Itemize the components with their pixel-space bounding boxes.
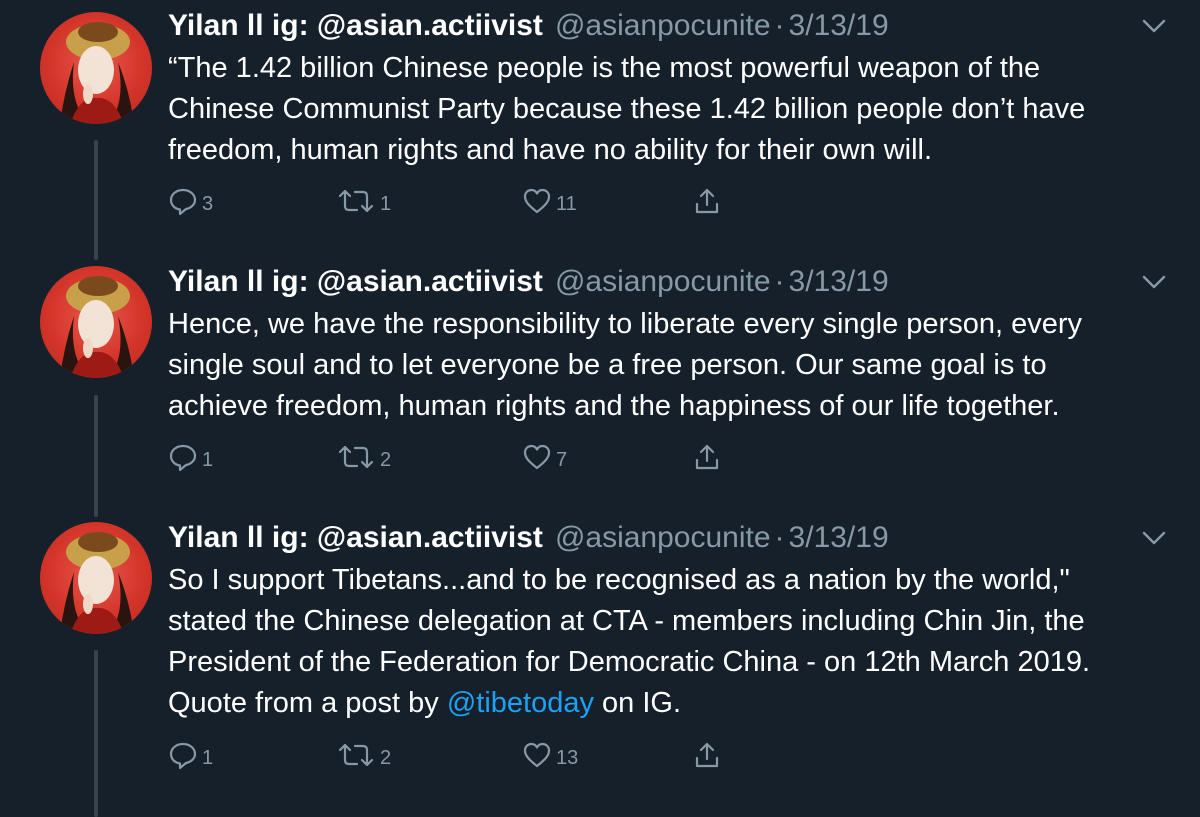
- reply-icon: [168, 740, 198, 770]
- like-count: 13: [556, 746, 579, 769]
- username[interactable]: @asianpocunite: [555, 6, 771, 46]
- reply-icon: [168, 442, 198, 472]
- heart-icon: [522, 740, 552, 770]
- retweet-icon: [336, 740, 376, 770]
- share-icon: [692, 186, 722, 216]
- tweet-date[interactable]: 3/13/19: [789, 6, 889, 46]
- display-name[interactable]: Yilan ll ig: @asian.actiivist: [168, 518, 543, 558]
- retweet-icon: [336, 442, 376, 472]
- display-name[interactable]: Yilan ll ig: @asian.actiivist: [168, 262, 543, 302]
- tweet-actions: 1 2 13: [168, 740, 868, 770]
- retweet-button[interactable]: 1: [336, 186, 391, 216]
- reply-icon: [168, 186, 198, 216]
- reply-count: 1: [202, 746, 214, 769]
- chevron-down-icon[interactable]: [1140, 16, 1168, 36]
- tweet-date[interactable]: 3/13/19: [789, 518, 889, 558]
- like-button[interactable]: 13: [522, 740, 578, 770]
- retweet-count: 2: [380, 448, 392, 471]
- avatar[interactable]: [40, 522, 152, 634]
- tweet-header: Yilan ll ig: @asian.actiivist @asianpocu…: [168, 262, 889, 302]
- reply-button[interactable]: 1: [168, 740, 213, 770]
- display-name[interactable]: Yilan ll ig: @asian.actiivist: [168, 6, 543, 46]
- retweet-button[interactable]: 2: [336, 740, 391, 770]
- reply-button[interactable]: 1: [168, 442, 213, 472]
- tweet-text-tail: on IG.: [594, 687, 682, 719]
- tweet-actions: 1 2 7: [168, 442, 868, 472]
- tweet-actions: 3 1 11: [168, 186, 868, 216]
- mention-link[interactable]: @tibetoday: [447, 687, 594, 719]
- reply-count: 1: [202, 448, 214, 471]
- tweet-header: Yilan ll ig: @asian.actiivist @asianpocu…: [168, 6, 889, 46]
- username[interactable]: @asianpocunite: [555, 518, 771, 558]
- username[interactable]: @asianpocunite: [555, 262, 771, 302]
- tweet-text: “The 1.42 billion Chinese people is the …: [168, 52, 1086, 166]
- share-button[interactable]: [692, 740, 722, 770]
- heart-icon: [522, 442, 552, 472]
- share-icon: [692, 442, 722, 472]
- retweet-count: 2: [380, 746, 392, 769]
- reply-count: 3: [202, 192, 214, 215]
- heart-icon: [522, 186, 552, 216]
- separator: ·: [774, 265, 785, 298]
- tweet-date[interactable]: 3/13/19: [789, 262, 889, 302]
- share-button[interactable]: [692, 442, 722, 472]
- chevron-down-icon[interactable]: [1140, 272, 1168, 292]
- separator: ·: [774, 9, 785, 42]
- tweet-text: So I support Tibetans...and to be recogn…: [168, 560, 1178, 724]
- tweet[interactable]: Yilan ll ig: @asian.actiivist @asianpocu…: [0, 6, 1200, 236]
- like-count: 11: [556, 192, 577, 215]
- like-count: 7: [556, 448, 568, 471]
- share-button[interactable]: [692, 186, 722, 216]
- retweet-button[interactable]: 2: [336, 442, 391, 472]
- share-icon: [692, 740, 722, 770]
- avatar[interactable]: [40, 12, 152, 124]
- chevron-down-icon[interactable]: [1140, 528, 1168, 548]
- tweet-header: Yilan ll ig: @asian.actiivist @asianpocu…: [168, 518, 889, 558]
- tweet-text: Hence, we have the responsibility to lib…: [168, 308, 1082, 422]
- separator: ·: [774, 521, 785, 554]
- retweet-icon: [336, 186, 376, 216]
- avatar[interactable]: [40, 266, 152, 378]
- reply-button[interactable]: 3: [168, 186, 213, 216]
- tweet[interactable]: Yilan ll ig: @asian.actiivist @asianpocu…: [0, 262, 1200, 492]
- like-button[interactable]: 11: [522, 186, 577, 216]
- like-button[interactable]: 7: [522, 442, 567, 472]
- tweet[interactable]: Yilan ll ig: @asian.actiivist @asianpocu…: [0, 518, 1200, 817]
- retweet-count: 1: [380, 192, 392, 215]
